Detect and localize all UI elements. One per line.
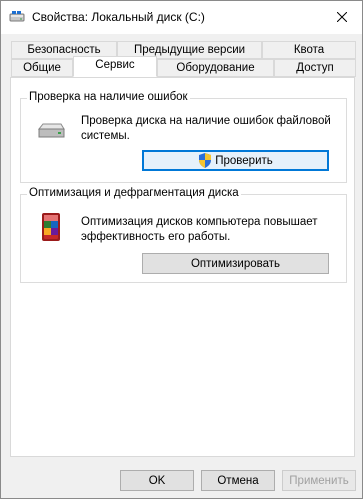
tab-hardware[interactable]: Оборудование bbox=[157, 59, 274, 77]
tab-general[interactable]: Общие bbox=[11, 59, 73, 77]
defrag-icon bbox=[42, 213, 60, 241]
drive-icon bbox=[9, 11, 25, 22]
ok-button[interactable]: OK bbox=[120, 470, 194, 491]
apply-button[interactable]: Применить bbox=[282, 470, 356, 491]
tab-quota[interactable]: Квота bbox=[262, 41, 356, 59]
optimize-button[interactable]: Оптимизировать bbox=[142, 253, 329, 274]
check-button-label: Проверить bbox=[215, 154, 273, 167]
title-bar[interactable]: Свойства: Локальный диск (C:) bbox=[1, 1, 362, 34]
optimize-description: Оптимизация дисков компьютера повышает э… bbox=[81, 216, 318, 243]
tab-sharing[interactable]: Доступ bbox=[274, 59, 356, 77]
check-button[interactable]: Проверить bbox=[142, 150, 329, 171]
close-button[interactable] bbox=[322, 1, 362, 32]
window-title: Свойства: Локальный диск (C:) bbox=[32, 10, 205, 24]
shield-icon bbox=[199, 153, 212, 168]
tab-panel-tools: Проверка на наличие ошибок Проверка диск… bbox=[10, 77, 355, 457]
error-check-group: Проверка на наличие ошибок Проверка диск… bbox=[20, 91, 347, 183]
optimize-title: Оптимизация и дефрагментация диска bbox=[27, 187, 241, 199]
optimize-group: Оптимизация и дефрагментация диска Оптим… bbox=[20, 187, 347, 283]
close-icon bbox=[337, 11, 347, 22]
drive-icon bbox=[37, 123, 65, 138]
error-check-title: Проверка на наличие ошибок bbox=[27, 91, 190, 103]
cancel-button[interactable]: Отмена bbox=[201, 470, 275, 491]
properties-dialog: Свойства: Локальный диск (C:) Безопаснос… bbox=[0, 0, 363, 499]
tab-tools[interactable]: Сервис bbox=[73, 56, 157, 77]
error-check-description: Проверка диска на наличие ошибок файлово… bbox=[81, 115, 331, 142]
